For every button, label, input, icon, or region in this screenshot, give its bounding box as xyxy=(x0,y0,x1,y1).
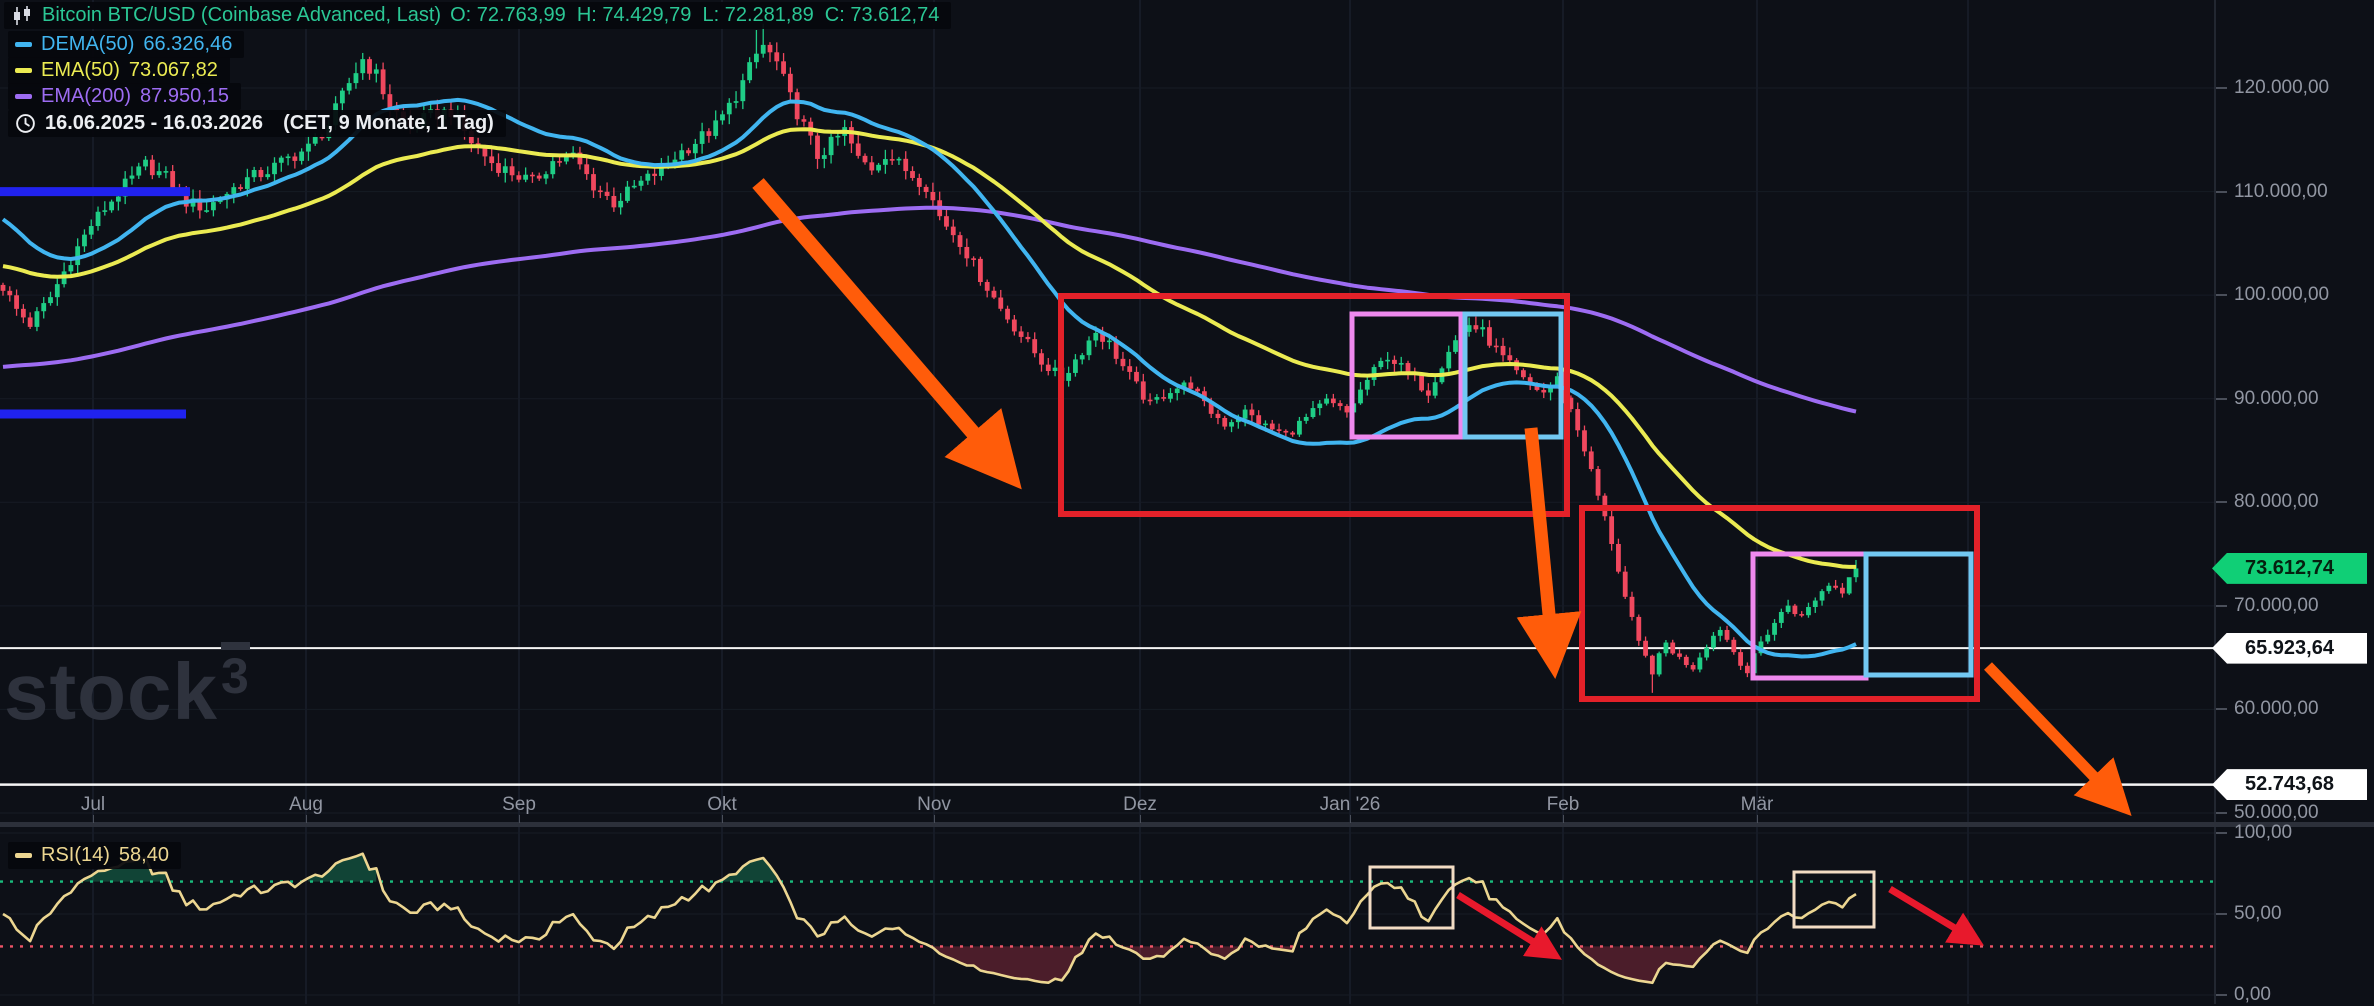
indicator-color-dash xyxy=(15,94,32,99)
symbol-header[interactable]: Bitcoin BTC/USD (Coinbase Advanced, Last… xyxy=(4,2,951,29)
clock-icon xyxy=(15,113,36,134)
month-tick xyxy=(1140,815,1141,823)
annotations-layer[interactable] xyxy=(758,183,2124,956)
axis-tick xyxy=(2216,398,2227,400)
month-tick xyxy=(1563,815,1564,823)
chart-canvas[interactable] xyxy=(0,0,2374,1004)
blue-support-lines-layer xyxy=(0,192,190,414)
price-axis-label[interactable]: 120.000,00 xyxy=(2216,77,2329,99)
price-badge: 65.923,64 xyxy=(2212,633,2367,664)
month-tick xyxy=(519,815,520,823)
annotation-arrow[interactable] xyxy=(758,183,1012,478)
price-axis-label[interactable]: 70.000,00 xyxy=(2216,595,2319,617)
month-tick xyxy=(93,815,94,823)
rsi-pane-layer xyxy=(0,854,2215,983)
annotation-arrow[interactable] xyxy=(1988,666,2124,808)
month-tick xyxy=(1350,815,1351,823)
candlestick-chart-icon xyxy=(11,5,33,27)
annotation-box[interactable] xyxy=(1794,872,1874,927)
indicator-label[interactable]: EMA(50) xyxy=(41,59,120,82)
date-range-chip[interactable]: 16.06.2025 - 16.03.2026 (CET, 9 Monate, … xyxy=(8,110,506,137)
month-label[interactable]: Mär xyxy=(1741,794,1774,816)
axis-tick xyxy=(2216,294,2227,296)
rsi-color-dash xyxy=(15,853,32,858)
month-label[interactable]: Okt xyxy=(707,794,737,816)
axis-tick xyxy=(2216,812,2227,814)
rsi-line xyxy=(3,854,1856,983)
annotation-box[interactable] xyxy=(1753,554,1866,678)
price-axis-label[interactable]: 50.000,00 xyxy=(2216,802,2319,824)
annotation-box[interactable] xyxy=(1465,314,1561,437)
level-lines-layer xyxy=(0,648,2215,785)
indicator-legend-row[interactable]: DEMA(50) 66.326,46 xyxy=(8,31,244,58)
price-axis-label[interactable]: 100.000,00 xyxy=(2216,284,2329,306)
annotation-box[interactable] xyxy=(1370,867,1453,928)
stock3-watermark: stock3 xyxy=(4,642,250,732)
axis-tick xyxy=(2216,87,2227,89)
month-label[interactable]: Aug xyxy=(289,794,323,816)
price-axis-label[interactable]: 110.000,00 xyxy=(2216,181,2328,203)
rsi-axis-label[interactable]: 0,00 xyxy=(2216,984,2271,1006)
indicator-legend-row[interactable]: EMA(50) 73.067,82 xyxy=(8,57,230,84)
annotation-arrow[interactable] xyxy=(1531,428,1554,666)
axis-tick xyxy=(2216,708,2227,710)
indicator-label[interactable]: DEMA(50) xyxy=(41,33,134,56)
indicator-value: 73.067,82 xyxy=(129,59,218,82)
annotation-box[interactable] xyxy=(1582,508,1977,699)
price-axis-label[interactable]: 80.000,00 xyxy=(2216,491,2319,513)
indicator-value: 87.950,15 xyxy=(140,85,229,108)
indicator-value: 66.326,46 xyxy=(143,33,232,56)
price-badge: 52.743,68 xyxy=(2212,769,2367,800)
rsi-axis-label[interactable]: 50,00 xyxy=(2216,903,2282,925)
axis-tick xyxy=(2216,832,2227,834)
month-label[interactable]: Dez xyxy=(1123,794,1157,816)
rsi-legend[interactable]: RSI(14) 58,40 xyxy=(8,842,181,869)
watermark-sup: 3 xyxy=(221,642,250,701)
axis-tick xyxy=(2216,605,2227,607)
watermark-word: stock xyxy=(4,647,218,736)
ohlc-values: O: 72.763,99 H: 74.429,79 L: 72.281,89 C… xyxy=(450,4,939,27)
range-info-text: (CET, 9 Monate, 1 Tag) xyxy=(272,112,494,135)
indicator-legend-row[interactable]: EMA(200) 87.950,15 xyxy=(8,83,241,110)
month-tick xyxy=(1757,815,1758,823)
indicator-color-dash xyxy=(15,42,32,47)
axis-tick xyxy=(2216,994,2227,996)
axis-tick xyxy=(2216,501,2227,503)
axis-tick xyxy=(2216,191,2227,193)
gridlines-layer xyxy=(0,0,2374,1004)
price-axis-label[interactable]: 60.000,00 xyxy=(2216,698,2319,720)
annotation-box[interactable] xyxy=(1866,554,1971,675)
month-label[interactable]: Jul xyxy=(81,794,105,816)
month-label[interactable]: Feb xyxy=(1547,794,1580,816)
date-range-text: 16.06.2025 - 16.03.2026 xyxy=(45,112,263,135)
price-axis-label[interactable]: 90.000,00 xyxy=(2216,388,2319,410)
month-label[interactable]: Nov xyxy=(917,794,951,816)
month-label[interactable]: Sep xyxy=(502,794,536,816)
price-badge: 73.612,74 xyxy=(2212,553,2367,584)
rsi-legend-label[interactable]: RSI(14) xyxy=(41,844,110,867)
month-tick xyxy=(306,815,307,823)
rsi-axis-label[interactable]: 100,00 xyxy=(2216,822,2292,844)
ema50-line xyxy=(3,129,1856,567)
month-label[interactable]: Jan '26 xyxy=(1320,794,1381,816)
axis-tick xyxy=(2216,913,2227,915)
month-tick xyxy=(934,815,935,823)
month-tick xyxy=(722,815,723,823)
indicator-color-dash xyxy=(15,68,32,73)
rsi-legend-value: 58,40 xyxy=(119,844,169,867)
chart-application: Bitcoin BTC/USD (Coinbase Advanced, Last… xyxy=(0,0,2374,1004)
indicator-label[interactable]: EMA(200) xyxy=(41,85,131,108)
symbol-title[interactable]: Bitcoin BTC/USD (Coinbase Advanced, Last… xyxy=(42,4,441,27)
annotation-arrow[interactable] xyxy=(1890,889,1978,942)
